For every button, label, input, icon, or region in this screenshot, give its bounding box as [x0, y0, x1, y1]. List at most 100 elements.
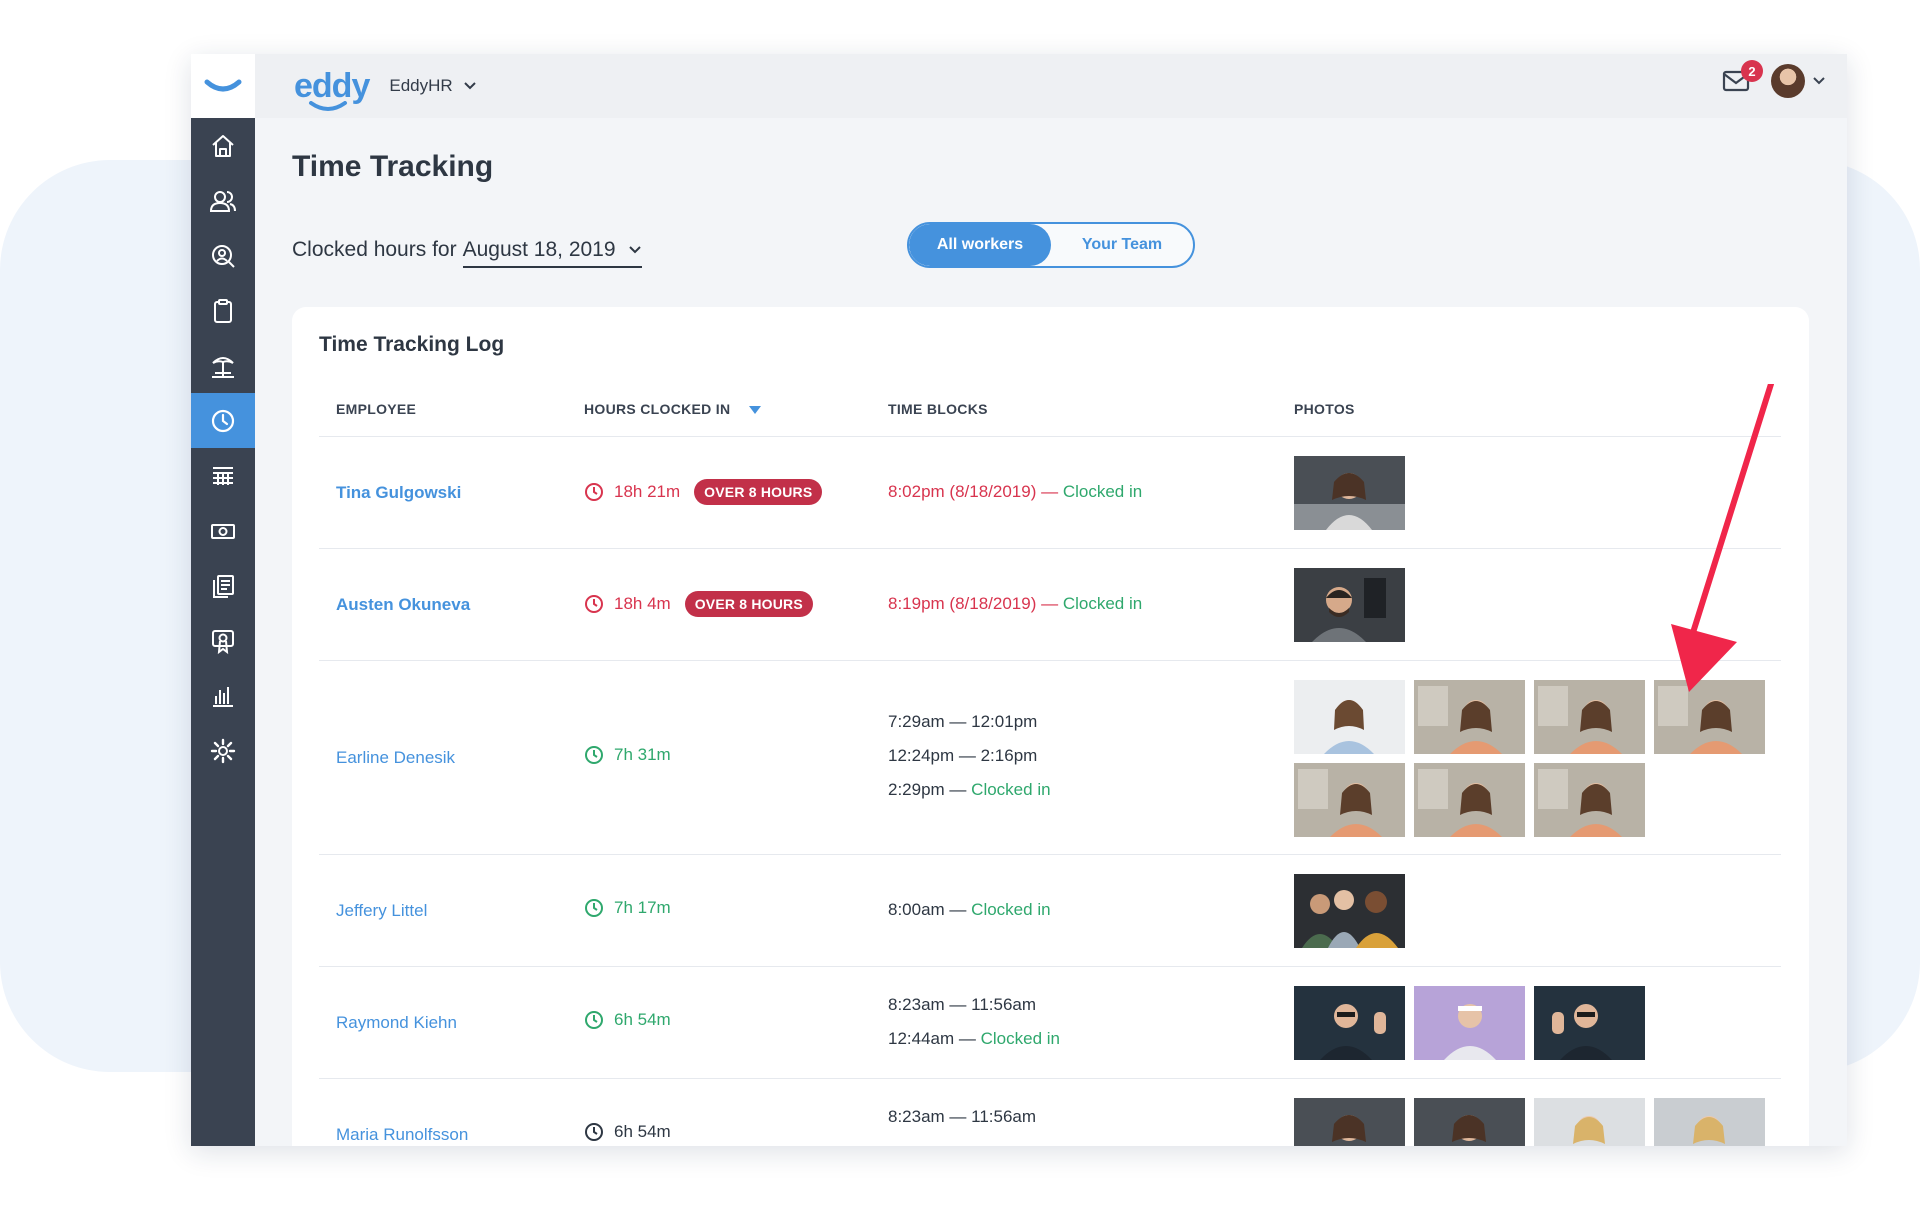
selfie-photo[interactable]	[1654, 1098, 1765, 1146]
employee-name[interactable]: Jeffery Littel	[336, 901, 427, 921]
selfie-photo[interactable]	[1294, 680, 1405, 754]
sidebar-item-time-tracking[interactable]	[191, 393, 255, 448]
user-search-icon	[212, 244, 235, 268]
sidebar-item-training[interactable]	[191, 613, 255, 668]
group-photo[interactable]	[1294, 874, 1405, 948]
time-blocks-cell: 7:29am — 12:01pm 12:24pm — 2:16pm 2:29pm…	[888, 705, 1051, 807]
employee-name[interactable]: Tina Gulgowski	[336, 483, 461, 503]
selfie-photo[interactable]	[1294, 456, 1405, 530]
sidebar-item-search-people[interactable]	[191, 228, 255, 283]
employee-name[interactable]: Austen Okuneva	[336, 595, 470, 615]
hours-value: 6h 54m	[614, 1010, 671, 1029]
time-blocks-cell: 8:19pm (8/18/2019) — Clocked in	[888, 587, 1142, 621]
time-block: 12:24pm — 2:16pm	[888, 746, 1038, 765]
selfie-photo[interactable]	[1294, 1098, 1405, 1146]
sort-down-icon[interactable]	[748, 405, 762, 415]
clocked-in-status: Clocked in	[1062, 482, 1143, 501]
mail-button[interactable]: 2	[1719, 60, 1763, 98]
sidebar-logo[interactable]	[191, 54, 255, 118]
sidebar-item-documents[interactable]	[191, 558, 255, 613]
time-blocks-cell: 8:02pm (8/18/2019) — Clocked in	[888, 475, 1142, 509]
selfie-photo[interactable]	[1294, 568, 1405, 642]
toggle-your-team[interactable]: Your Team	[1051, 224, 1193, 266]
certificate-icon	[212, 629, 234, 654]
hours-cell: 7h 17m	[584, 898, 671, 918]
sidebar-item-tasks[interactable]	[191, 283, 255, 338]
log-title: Time Tracking Log	[319, 333, 505, 356]
clocked-hours-filter: Clocked hours for August 18, 2019	[292, 238, 642, 268]
documents-icon	[213, 574, 234, 598]
top-bar: eddy EddyHR 2	[255, 54, 1847, 118]
sidebar-item-home[interactable]	[191, 118, 255, 173]
bar-chart-icon	[213, 686, 233, 707]
money-icon	[211, 523, 235, 539]
org-switcher[interactable]: EddyHR	[389, 76, 476, 96]
selfie-photo[interactable]	[1534, 763, 1645, 837]
time-block: 8:00am —	[888, 900, 967, 919]
selfie-photo[interactable]	[1414, 1098, 1525, 1146]
top-right-actions: 2	[1719, 60, 1825, 98]
sidebar-item-time-off[interactable]	[191, 338, 255, 393]
column-hours[interactable]: HOURS CLOCKED IN	[584, 401, 762, 417]
smile-logo-icon	[309, 101, 347, 111]
selfie-photo[interactable]	[1414, 986, 1525, 1060]
selfie-photo[interactable]	[1294, 986, 1405, 1060]
selfie-photo[interactable]	[1534, 986, 1645, 1060]
sidebar-item-schedule[interactable]	[191, 448, 255, 503]
time-block: 2:29pm —	[888, 780, 967, 799]
beach-icon	[212, 356, 234, 378]
hours-value: 6h 54m	[614, 1122, 671, 1141]
time-tracking-log-card: Time Tracking Log EMPLOYEE HOURS CLOCKED…	[292, 307, 1809, 1146]
column-time-blocks[interactable]: TIME BLOCKS	[888, 401, 988, 417]
time-blocks-cell: 8:00am — Clocked in	[888, 893, 1051, 927]
selfie-photo[interactable]	[1534, 1098, 1645, 1146]
employee-name[interactable]: Maria Runolfsson	[336, 1125, 468, 1145]
column-photos: PHOTOS	[1294, 401, 1355, 417]
hours-value: 18h 4m	[614, 594, 671, 613]
sidebar-item-payroll[interactable]	[191, 503, 255, 558]
photos-cell	[1294, 986, 1774, 1060]
mail-count-badge: 2	[1741, 60, 1763, 82]
hours-cell: 18h 21m OVER 8 HOURS	[584, 479, 823, 505]
brand-name: eddy	[294, 67, 370, 105]
time-block: 8:23am — 11:56am	[888, 1107, 1037, 1126]
sidebar	[191, 54, 255, 1146]
date-picker[interactable]: August 18, 2019	[462, 238, 642, 268]
over-hours-badge: OVER 8 HOURS	[694, 479, 823, 505]
employee-name[interactable]: Earline Denesik	[336, 748, 455, 768]
clocked-label: Clocked hours for	[292, 238, 457, 261]
brand-logo[interactable]: eddy	[294, 67, 370, 111]
clocked-in-status: Clocked in	[1062, 594, 1143, 613]
clock-icon	[211, 409, 235, 432]
table-row: Austen Okuneva 18h 4m OVER 8 HOURS 8:19p…	[319, 549, 1781, 661]
gear-icon	[210, 738, 236, 763]
sidebar-item-reports[interactable]	[191, 668, 255, 723]
hours-cell: 6h 54m	[584, 1122, 671, 1142]
selfie-photo[interactable]	[1414, 680, 1525, 754]
clock-icon	[585, 1011, 603, 1029]
hours-value: 18h 21m	[614, 482, 681, 501]
column-hours-label: HOURS CLOCKED IN	[584, 401, 731, 417]
hours-cell: 7h 31m	[584, 745, 671, 765]
time-block: 12:44am —	[888, 1029, 976, 1048]
selfie-photo[interactable]	[1294, 763, 1405, 837]
user-menu[interactable]	[1771, 64, 1825, 98]
chevron-down-icon	[463, 82, 476, 90]
photos-cell	[1294, 874, 1774, 948]
selfie-photo[interactable]	[1414, 763, 1525, 837]
hours-cell: 18h 4m OVER 8 HOURS	[584, 591, 813, 617]
clock-icon	[585, 746, 603, 764]
photos-cell	[1294, 1098, 1774, 1146]
chevron-down-icon	[1813, 77, 1825, 85]
time-block: 7:29am — 12:01pm	[888, 712, 1038, 731]
sidebar-item-people[interactable]	[191, 173, 255, 228]
hours-value: 7h 31m	[614, 745, 671, 764]
employee-name[interactable]: Raymond Kiehn	[336, 1013, 457, 1033]
selfie-photo[interactable]	[1534, 680, 1645, 754]
toggle-all-workers[interactable]: All workers	[909, 224, 1051, 266]
sidebar-item-settings[interactable]	[191, 723, 255, 778]
table-row: Tina Gulgowski 18h 21m OVER 8 HOURS 8:02…	[319, 437, 1781, 549]
column-employee[interactable]: EMPLOYEE	[336, 401, 416, 417]
app-window: eddy EddyHR 2 Time Tracking Clocked hour…	[191, 54, 1847, 1146]
home-icon	[212, 134, 234, 157]
